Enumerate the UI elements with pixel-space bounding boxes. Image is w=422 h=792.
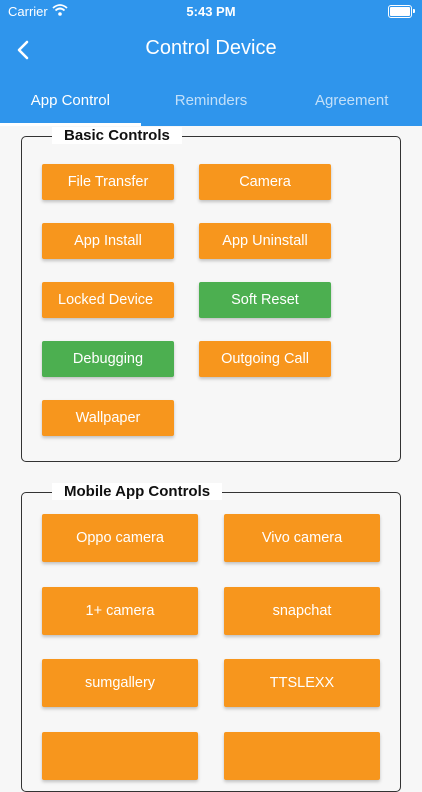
camera-button[interactable]: Camera — [199, 164, 331, 200]
tab-agreement[interactable]: Agreement — [281, 76, 422, 126]
tab-bar: App Control Reminders Agreement — [0, 76, 422, 126]
status-bar: Carrier 5:43 PM — [0, 0, 422, 24]
app-uninstall-button[interactable]: App Uninstall — [199, 223, 331, 259]
battery-icon — [388, 5, 412, 18]
mobile-app-controls-section: Mobile App Controls Oppo camera Vivo cam… — [21, 483, 401, 792]
oneplus-camera-button[interactable]: 1+ camera — [42, 587, 198, 635]
app-install-button[interactable]: App Install — [42, 223, 174, 259]
oppo-camera-button[interactable]: Oppo camera — [42, 514, 198, 562]
tab-reminders[interactable]: Reminders — [141, 76, 282, 126]
clock: 5:43 PM — [186, 4, 236, 19]
battery-tip — [413, 9, 415, 13]
soft-reset-button[interactable]: Soft Reset — [199, 282, 331, 318]
snapchat-button[interactable]: snapchat — [224, 587, 380, 635]
file-transfer-button[interactable]: File Transfer — [42, 164, 174, 200]
ttslexx-button[interactable]: TTSLEXX — [224, 659, 380, 707]
debugging-button[interactable]: Debugging — [42, 341, 174, 377]
page-title: Control Device — [145, 37, 277, 59]
wallpaper-button[interactable]: Wallpaper — [42, 400, 174, 436]
partial-button[interactable] — [42, 732, 198, 780]
sumgallery-button[interactable]: sumgallery — [42, 659, 198, 707]
locked-device-button[interactable]: Locked Device — [42, 282, 174, 318]
section-title: Basic Controls — [52, 127, 182, 144]
app-bar: Control Device — [0, 24, 422, 76]
outgoing-call-button[interactable]: Outgoing Call — [199, 341, 331, 377]
tab-app-control[interactable]: App Control — [0, 76, 141, 126]
vivo-camera-button[interactable]: Vivo camera — [224, 514, 380, 562]
partial-button[interactable] — [224, 732, 380, 780]
basic-controls-section: Basic Controls File Transfer Camera App … — [21, 127, 401, 462]
section-title: Mobile App Controls — [52, 483, 223, 500]
